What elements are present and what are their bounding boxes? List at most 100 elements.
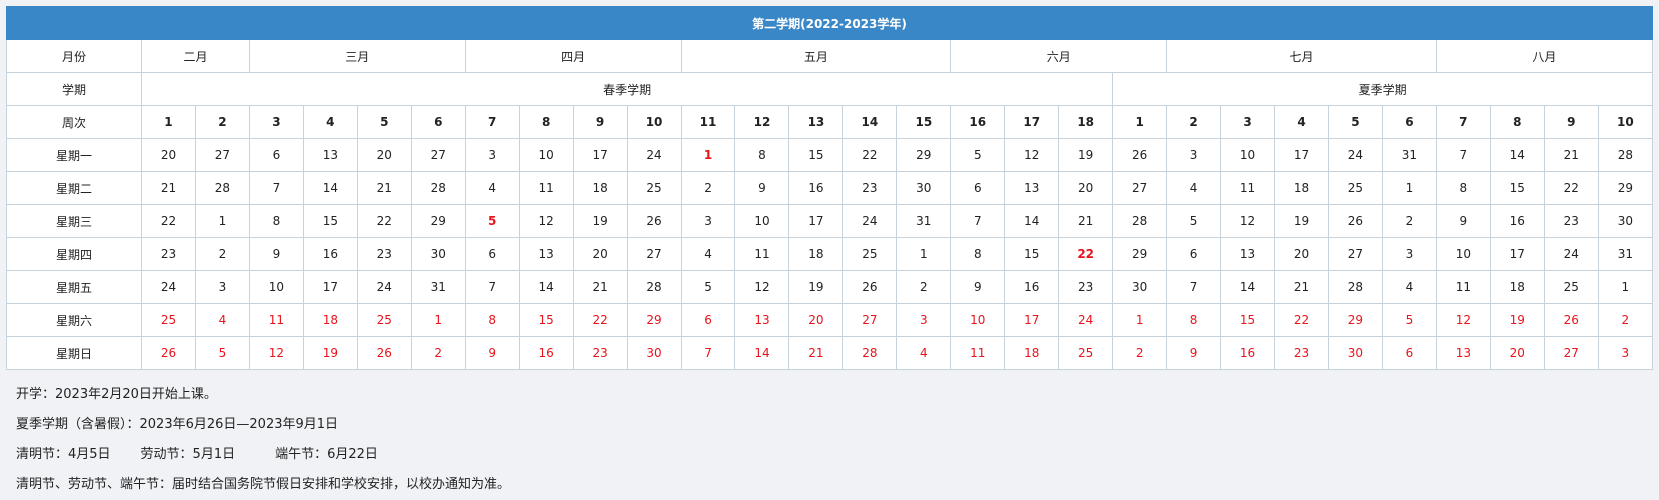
date-cell: 15 <box>518 303 574 337</box>
date-cell: 28 <box>410 171 466 205</box>
day-row: 星期四 23 2 9 16 23 30 6 13 20 27 4 11 18 25 1 8 15 22 29 6 13 20… <box>6 237 1654 271</box>
date-cell: 25 <box>626 171 682 205</box>
date-cell: 4 <box>1166 171 1222 205</box>
weekday-label: 星期一 <box>6 138 142 172</box>
date-cell: 1 <box>1597 270 1654 304</box>
date-cell: 18 <box>1274 171 1329 205</box>
date-cell: 10 <box>950 303 1006 337</box>
date-cell: 7 <box>680 336 736 370</box>
week-number: 8 <box>518 105 574 139</box>
date-cell: 1 <box>896 237 952 271</box>
date-cell: 24 <box>1327 138 1383 172</box>
date-cell: 24 <box>141 270 196 304</box>
week-number: 9 <box>1543 105 1599 139</box>
date-cell: 24 <box>356 270 412 304</box>
week-number: 15 <box>896 105 952 139</box>
date-cell: 21 <box>356 171 412 205</box>
week-number: 8 <box>1489 105 1545 139</box>
date-cell: 14 <box>734 336 790 370</box>
date-cell: 11 <box>734 237 790 271</box>
date-cell: 12 <box>248 336 304 370</box>
date-cell: 12 <box>518 204 574 238</box>
date-cell: 31 <box>1381 138 1437 172</box>
date-cell: 6 <box>680 303 736 337</box>
date-cell: 2 <box>1112 336 1168 370</box>
date-cell: 28 <box>842 336 898 370</box>
date-cell: 15 <box>302 204 358 238</box>
day-row: 星期五 24 3 10 17 24 31 7 14 21 28 5 12 19 26 2 9 16 23 30 7 14 2… <box>6 270 1654 304</box>
date-cell: 24 <box>626 138 682 172</box>
date-cell: 18 <box>1004 336 1060 370</box>
week-number: 6 <box>1381 105 1437 139</box>
date-cell: 21 <box>1543 138 1599 172</box>
date-cell: 10 <box>1435 237 1491 271</box>
date-cell: 18 <box>302 303 358 337</box>
date-cell: 5 <box>680 270 736 304</box>
date-cell: 4 <box>896 336 952 370</box>
week-number: 7 <box>1435 105 1491 139</box>
date-cell: 29 <box>1112 237 1168 271</box>
date-cell: 14 <box>1489 138 1545 172</box>
date-cell: 17 <box>788 204 844 238</box>
date-cell: 16 <box>302 237 358 271</box>
date-cell: 7 <box>248 171 304 205</box>
date-cell: 19 <box>572 204 628 238</box>
date-cell: 31 <box>896 204 952 238</box>
note-duanwu: 端午节：6月22日 <box>275 447 378 462</box>
week-number: 5 <box>356 105 412 139</box>
date-cell: 26 <box>1543 303 1599 337</box>
notes-section: 开学：2023年2月20日开始上课。 夏季学期（含暑假）：2023年6月26日—… <box>6 380 1653 500</box>
date-cell: 17 <box>1489 237 1545 271</box>
date-cell: 27 <box>842 303 898 337</box>
date-cell: 2 <box>896 270 952 304</box>
date-cell: 20 <box>1489 336 1545 370</box>
date-cell: 9 <box>950 270 1006 304</box>
date-cell: 4 <box>194 303 250 337</box>
date-cell: 22 <box>356 204 412 238</box>
date-cell: 2 <box>194 237 250 271</box>
week-number: 17 <box>1004 105 1060 139</box>
date-cell: 7 <box>464 270 520 304</box>
calendar-container: 第二学期(2022-2023学年) 月份 二月 三月 四月 五月 六月 七月 八月 学期 春… <box>6 6 1654 500</box>
date-cell: 11 <box>950 336 1006 370</box>
date-cell: 29 <box>410 204 466 238</box>
week-number: 14 <box>842 105 898 139</box>
date-cell: 21 <box>788 336 844 370</box>
date-cell: 25 <box>1327 171 1383 205</box>
date-cell: 5 <box>1166 204 1222 238</box>
date-cell: 9 <box>1435 204 1491 238</box>
date-cell: 3 <box>464 138 520 172</box>
weekday-label: 星期日 <box>6 336 142 370</box>
date-cell: 9 <box>248 237 304 271</box>
date-cell: 12 <box>1220 204 1276 238</box>
date-cell: 11 <box>248 303 304 337</box>
date-cell: 1 <box>1112 303 1168 337</box>
week-number: 1 <box>141 105 196 139</box>
week-number: 5 <box>1327 105 1383 139</box>
date-cell: 21 <box>572 270 628 304</box>
date-cell: 27 <box>1327 237 1383 271</box>
date-cell: 10 <box>518 138 574 172</box>
date-cell: 23 <box>141 237 196 271</box>
date-cell: 6 <box>464 237 520 271</box>
date-cell: 21 <box>1274 270 1329 304</box>
date-cell: 17 <box>302 270 358 304</box>
date-cell: 19 <box>1274 204 1329 238</box>
week-number: 3 <box>248 105 304 139</box>
date-cell: 19 <box>1489 303 1545 337</box>
note-start: 开学：2023年2月20日开始上课。 <box>16 387 217 402</box>
week-row: 周次 1 2 3 4 5 6 7 8 9 10 11 12 13 14 15 16 17 18 1 2 3 4 5 6 7 8 9 1… <box>6 105 1654 139</box>
date-cell: 20 <box>788 303 844 337</box>
date-cell: 15 <box>1004 237 1060 271</box>
date-cell: 17 <box>1004 303 1060 337</box>
date-cell: 22 <box>1543 171 1599 205</box>
date-cell: 13 <box>1220 237 1276 271</box>
date-cell: 2 <box>1381 204 1437 238</box>
weekday-label: 星期五 <box>6 270 142 304</box>
date-cell: 7 <box>950 204 1006 238</box>
date-cell: 9 <box>734 171 790 205</box>
date-cell: 7 <box>1166 270 1222 304</box>
date-cell: 22 <box>1274 303 1329 337</box>
date-cell: 3 <box>1597 336 1654 370</box>
week-number: 4 <box>302 105 358 139</box>
